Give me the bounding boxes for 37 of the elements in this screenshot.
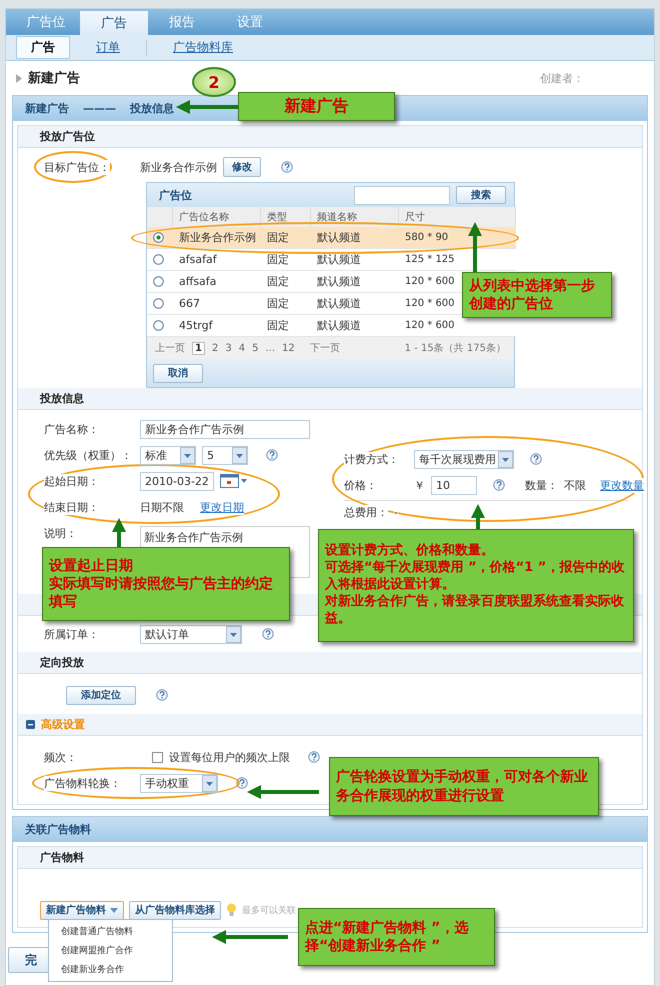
page-title: 新建广告	[28, 70, 80, 87]
annotation-text: 设置计费方式、价格和数量。	[325, 543, 494, 560]
annotation-text: 新建广告	[284, 96, 348, 117]
hint-text: 最多可以关联	[242, 904, 296, 916]
section-title: 投放信息	[40, 391, 84, 406]
column-header: 尺寸	[399, 207, 516, 227]
end-date-value: 日期不限	[140, 500, 184, 514]
section-title: 广告物料	[40, 850, 84, 865]
table-cell: 新业务合作示例	[173, 227, 261, 249]
placement-value: 新业务合作示例	[140, 160, 217, 174]
table-cell: 120 * 600	[399, 315, 516, 337]
table-cell: 固定	[261, 227, 311, 249]
section-title: 高级设置	[41, 717, 85, 732]
step-current: 投放信息	[130, 101, 174, 116]
column-header: 类型	[261, 207, 311, 227]
annotation-text: 设置起止日期	[49, 556, 133, 575]
section-title: 投放广告位	[40, 129, 95, 144]
annotation-text: 点进“新建广告物料 ”，选择“创建新业务合作 ”	[305, 918, 470, 956]
step-label: 新建广告	[25, 101, 69, 116]
total-label: 总费用：	[344, 504, 388, 520]
quantity-value: 不限	[564, 478, 586, 492]
field-label: 目标广告位：	[44, 160, 110, 174]
annotation-text: 实际填写时请按照您与广告主的约定填写	[49, 574, 274, 612]
step-separator: ———	[83, 102, 116, 115]
annotation-text: 对新业务合作广告，请登录百度联盟系统查看实际收益。	[325, 594, 625, 628]
page-summary: 1 - 15条（共 175条）	[404, 342, 506, 355]
annotation-text: 可选择“每千次展现费用 ”，价格“1 ”，报告中的收入将根据此设置计算。	[325, 560, 626, 594]
checkbox-label: 设置每位用户的频次上限	[169, 750, 290, 764]
section-title: 定向投放	[40, 655, 84, 670]
section-bar-title: 关联广告物料	[25, 822, 91, 837]
column-header: 广告位名称	[173, 207, 261, 227]
page-ellipsis: ...	[265, 342, 276, 354]
creator-label: 创建者：	[540, 70, 584, 86]
table-cell: 580 * 90	[399, 227, 516, 249]
picker-title: 广告位	[159, 188, 193, 202]
annotation-text: 广告轮换设置为手动权重，可对各个新业务合作展现的权重进行设置	[336, 768, 589, 805]
column-header: 频道名称	[311, 207, 399, 227]
